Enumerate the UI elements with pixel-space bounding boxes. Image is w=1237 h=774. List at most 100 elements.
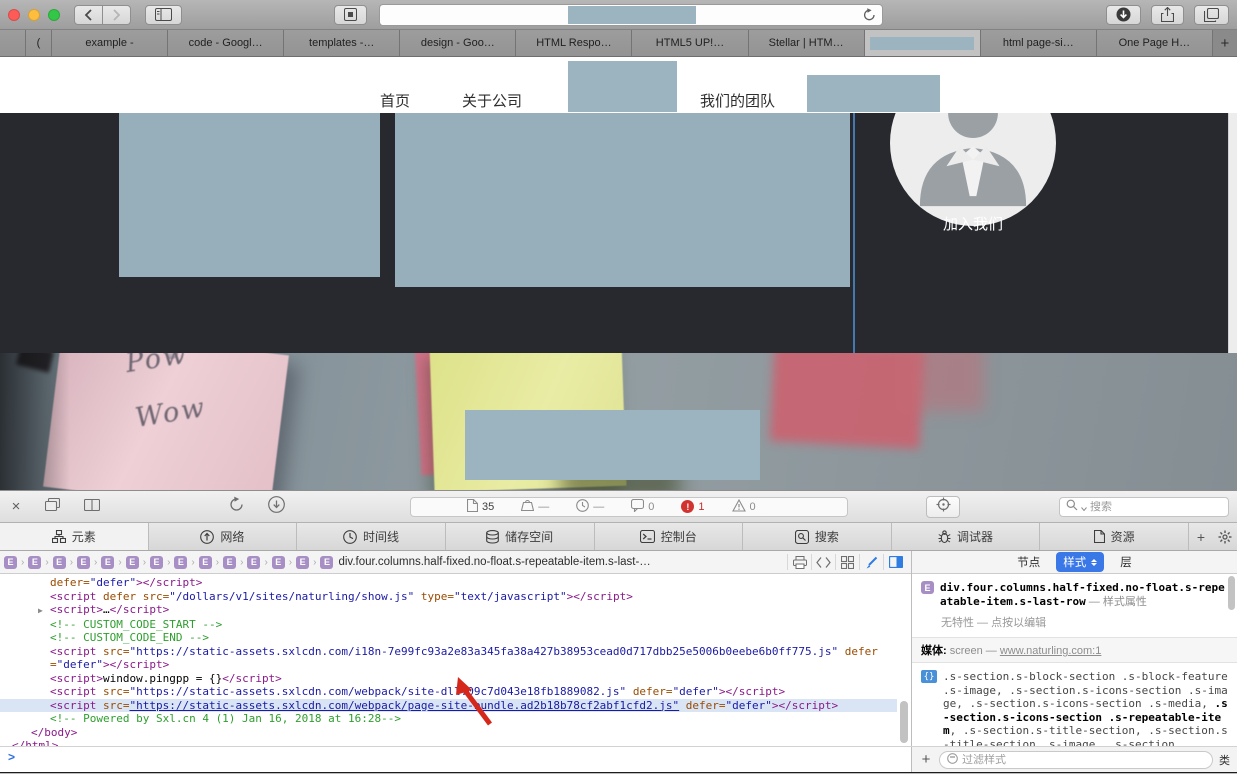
inspector-tab-debugger[interactable]: 调试器 [892,523,1041,550]
element-crumb-badge[interactable]: E [77,555,91,569]
code-line[interactable]: defer="defer"></script> [0,576,897,590]
element-crumb-badge[interactable]: E [150,555,164,569]
inspector-tab-network[interactable]: 网络 [149,523,298,550]
browser-tab[interactable]: Stellar | HTM… [748,30,865,56]
print-styles-button[interactable] [787,554,811,570]
load-time[interactable]: — [576,498,604,515]
element-crumb-badge[interactable]: E [28,555,42,569]
tab-node[interactable]: 节点 [1017,554,1040,570]
tab-overview-button[interactable] [1194,4,1229,25]
browser-tab[interactable]: templates -… [284,30,401,56]
inspector-tab-elements[interactable]: 元素 [0,523,149,550]
inspector-search-field[interactable] [1059,496,1229,517]
download-webarchive-button[interactable] [260,495,292,518]
tab-styles[interactable]: 样式 [1056,552,1105,572]
code-scrollbar[interactable] [900,701,908,743]
inspector-tab-resources[interactable]: 资源 [1040,523,1189,550]
page-scrollbar[interactable] [1228,113,1237,353]
page-weight[interactable]: — [521,499,549,514]
dom-tree-view[interactable]: defer="defer"></script> <script defer src… [0,574,911,746]
code-line[interactable]: </body> [0,726,897,740]
sidebar-toggle-button[interactable] [145,4,182,25]
browser-tab[interactable]: design - Goo… [400,30,517,56]
inspector-tab-console[interactable]: 控制台 [595,523,744,550]
code-line[interactable]: <script defer src="/dollars/v1/sites/nat… [0,590,897,604]
sidebar-scrollbar[interactable] [1228,576,1235,610]
browser-tab[interactable] [864,30,981,56]
css-rule-selector[interactable]: .s-section.s-block-section .s-block-feat… [943,670,1228,746]
browser-tab[interactable]: ( [26,30,52,56]
error-count[interactable]: ! 1 [681,500,705,513]
dock-window-button[interactable] [36,496,68,518]
zoom-window-button[interactable] [48,8,60,21]
show-source-button[interactable] [811,554,835,570]
element-crumb-badge[interactable]: E [174,555,188,569]
element-crumb-badge[interactable]: E [271,555,285,569]
code-line[interactable]: <!-- CUSTOM_CODE_START --> [0,618,897,632]
code-line[interactable]: ▶ <script>…</script> [0,603,897,618]
code-line[interactable]: <script src="https://static-assets.sxlcd… [0,685,897,699]
grid-overlay-button[interactable] [835,554,859,570]
code-line[interactable]: <!-- CUSTOM_CODE_END --> [0,631,897,645]
add-rule-button[interactable]: + [919,751,933,768]
browser-tab[interactable]: example - [52,30,169,56]
inspector-tab-timelines[interactable]: 时间线 [297,523,446,550]
inspector-tab-storage[interactable]: 储存空间 [446,523,595,550]
stylesheet-link[interactable]: www.naturling.com:1 [1000,645,1102,657]
style-rules[interactable]: E div.four.columns.half-fixed.no-float.s… [912,574,1237,746]
code-line[interactable]: <script src="https://static-assets.sxlcd… [0,645,897,672]
add-inspector-tab-button[interactable]: + [1189,523,1213,550]
class-toggle-button[interactable]: 类 [1219,752,1230,768]
element-crumb-badge[interactable]: E [4,555,17,569]
inline-style-selector[interactable]: div.four.columns.half-fixed.no-float.s-r… [940,581,1228,609]
minimize-window-button[interactable] [28,8,40,21]
browser-tab[interactable]: HTML5 UP!… [632,30,749,56]
current-element-label[interactable]: div.four.columns.half-fixed.no-float.s-r… [338,556,650,568]
browser-tab[interactable]: code - Googl… [168,30,285,56]
disclosure-triangle-icon[interactable]: ▶ [38,604,50,618]
element-crumb-badge[interactable]: E [296,555,310,569]
share-button[interactable] [1151,4,1184,25]
element-picker-button[interactable] [926,495,960,518]
element-crumb-badge[interactable]: E [101,555,115,569]
element-crumb-badge[interactable]: E [247,555,261,569]
close-window-button[interactable] [8,8,20,21]
browser-tab[interactable] [0,30,26,56]
search-input[interactable] [1090,500,1222,513]
gear-icon[interactable] [1213,523,1237,550]
quick-console[interactable]: > [0,747,912,772]
split-console-button[interactable] [883,554,907,570]
nav-link[interactable]: 关于公司 [462,90,522,111]
join-us-link[interactable]: 加入我们 [890,213,1056,234]
empty-rule-note[interactable]: 无特性 — 点按以编辑 [941,614,1228,630]
element-crumb-badge[interactable]: E [320,555,334,569]
resource-link[interactable]: "https://static-assets.sxlcdn.com/webpac… [129,699,679,712]
close-inspector-button[interactable]: × [8,498,24,515]
code-line[interactable]: <script>window.pingpp = {}</script> [0,672,897,686]
tab-layers[interactable]: 层 [1120,554,1132,570]
element-crumb-badge[interactable]: E [52,555,66,569]
address-bar[interactable] [379,3,883,27]
code-line[interactable]: <script src="https://static-assets.sxlcd… [0,698,897,712]
element-crumb-badge[interactable]: E [198,555,212,569]
browser-tab[interactable]: HTML Respo… [516,30,633,56]
browser-tab[interactable]: One Page H… [1096,30,1213,56]
dock-side-button[interactable] [76,496,108,518]
reload-page-button[interactable] [220,496,252,518]
resource-count[interactable]: 35 [466,498,494,515]
warning-count[interactable]: 0 [731,498,756,515]
code-line[interactable]: </html> [0,739,897,746]
frontmost-tab-button[interactable] [334,4,367,25]
element-crumb-badge[interactable]: E [125,555,139,569]
log-count[interactable]: 0 [631,498,654,515]
element-highlight-button[interactable] [859,554,883,570]
element-crumb-badge[interactable]: E [223,555,237,569]
browser-tab[interactable]: html page-si… [980,30,1097,56]
filter-styles-input[interactable] [962,753,1205,766]
reload-icon[interactable] [863,7,876,27]
new-tab-button[interactable]: + [1213,30,1237,56]
nav-link[interactable]: 我们的团队 [700,90,775,111]
filter-styles-field[interactable] [939,750,1213,769]
back-button[interactable] [74,4,103,25]
downloads-button[interactable] [1106,4,1141,25]
